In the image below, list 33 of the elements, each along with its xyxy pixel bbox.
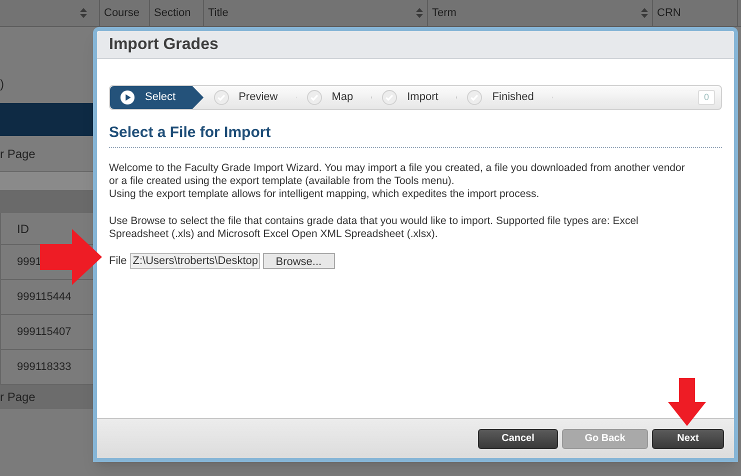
body-text: Using the export template allows for intelligent mapping, which expedites the import process. [109,188,540,200]
sort-icon [416,8,423,18]
body-text: Welcome to the Faculty Grade Import Wizard. You may import a file you created, a file you downloaded from another vendor or a file created using the export template (available from the Tools menu). [109,162,686,188]
check-circle-icon [382,90,398,105]
wizard-step[interactable]: Map [296,86,372,109]
per-page-bar: r Page [0,385,93,409]
wizard-step[interactable]: Select [110,86,204,109]
file-path-field[interactable]: Z:\Users\troberts\Desktop [130,252,260,269]
column-header-cell[interactable]: Title [204,0,428,26]
sort-icon [641,8,648,18]
wizard-step[interactable]: Preview [204,86,297,109]
dialog-button[interactable]: Cancel [478,428,558,448]
arrow-icon [668,378,706,426]
table-cell: 999118333 [0,350,93,385]
arrow-icon [40,229,102,285]
dialog-title: Import Grades [109,34,218,54]
body-text: Use Browse to select the file that contains grade data that you would like to import. Supported file types are: Excel Spreadsheet (.xls) and Microsoft Excel Open XML Spreadsheet (.xlsx). [109,214,640,240]
section-heading: Select a File for Import [109,124,271,141]
check-circle-icon [467,90,482,105]
step-counter: 0 [698,90,715,106]
wizard-step[interactable]: Import [372,86,458,109]
dialog-button[interactable]: Next [652,428,724,448]
id-column-header: ID [0,213,93,245]
table-cell: 999115407 [0,315,93,350]
table-cell: 999115444 [0,280,93,315]
check-circle-icon [214,90,229,105]
browse-button[interactable]: Browse... [262,252,335,269]
file-label: File [109,254,127,268]
wizard-step[interactable]: Finished [457,86,553,109]
check-circle-icon [306,90,322,105]
play-circle-icon [120,90,135,105]
text-fragment: ) [0,76,4,93]
sort-icon [80,8,87,18]
